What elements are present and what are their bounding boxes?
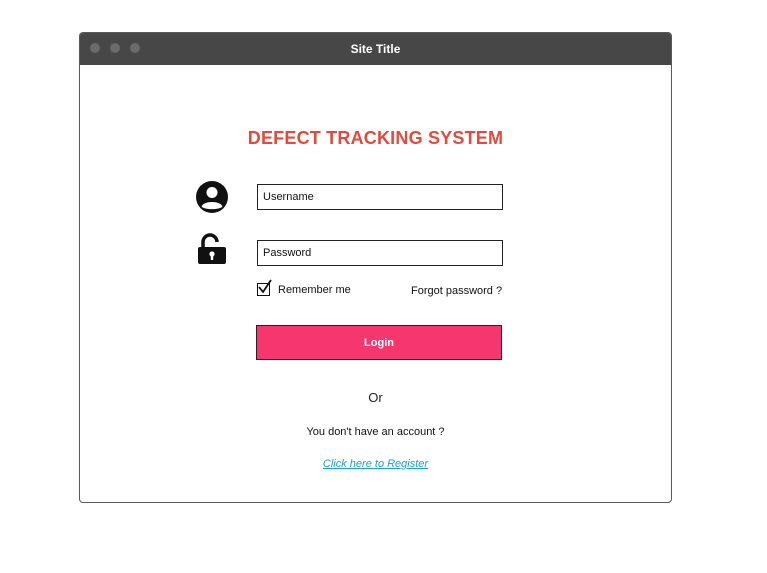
remember-me-label: Remember me [278, 283, 351, 296]
username-input[interactable] [257, 184, 503, 210]
password-input[interactable] [257, 240, 503, 266]
checkbox-box[interactable] [257, 279, 272, 296]
unlock-icon [198, 233, 226, 264]
browser-window: Site Title DEFECT TRACKING SYSTEM Rememb… [79, 32, 672, 503]
or-separator: Or [368, 390, 383, 405]
window-title: Site Title [350, 42, 401, 56]
login-button[interactable]: Login [256, 325, 502, 360]
title-bar: Site Title [80, 33, 671, 65]
register-link[interactable]: Click here to Register [80, 458, 671, 470]
no-account-text: You don't have an account ? [306, 426, 445, 438]
remember-me-checkbox[interactable]: Remember me [257, 279, 351, 296]
checkmark-icon [258, 279, 272, 294]
user-circle-icon [196, 181, 228, 213]
forgot-password-link[interactable]: Forgot password ? [411, 285, 502, 297]
page-title: DEFECT TRACKING SYSTEM [247, 128, 504, 148]
